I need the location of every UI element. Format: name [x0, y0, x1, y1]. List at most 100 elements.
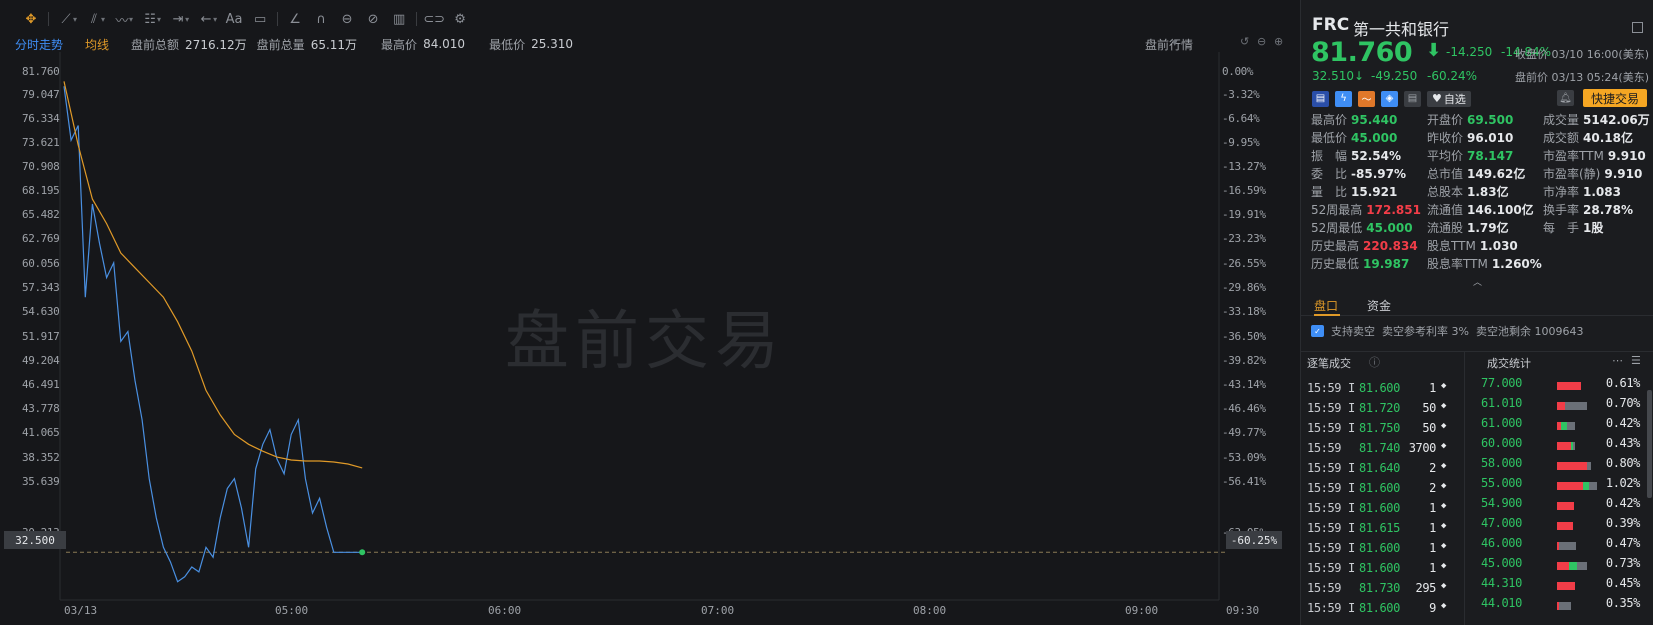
- trade-price: 81.640: [1359, 461, 1400, 475]
- list-icon[interactable]: ☰: [1631, 354, 1641, 367]
- short-pool: 卖空池剩余 1009643: [1475, 325, 1584, 338]
- average-series-line: [63, 81, 363, 469]
- price-axis-label: 68.195: [22, 184, 60, 197]
- trade-quantity: 50: [1422, 421, 1436, 435]
- trade-price: 81.600: [1359, 541, 1400, 555]
- percent-axis-label: -36.50%: [1222, 330, 1266, 343]
- stat-value: 1.260%: [1491, 257, 1542, 271]
- stat-item: 市盈率(静) 9.910: [1543, 165, 1642, 182]
- expand-icon[interactable]: [1632, 22, 1643, 33]
- trade-price: 81.600: [1359, 381, 1400, 395]
- tab-orderbook[interactable]: 盘口: [1314, 297, 1338, 314]
- trade-price: 81.720: [1359, 401, 1400, 415]
- time-axis-label: 09:00: [1125, 604, 1159, 617]
- percent-axis-label: -43.14%: [1222, 378, 1266, 391]
- stat-label: 历史最高: [1311, 239, 1360, 253]
- trade-time: 15:59 I: [1307, 521, 1355, 535]
- trade-time: 15:59 I: [1307, 401, 1355, 415]
- scrollbar[interactable]: [1647, 390, 1652, 498]
- us-flag-icon[interactable]: ▤: [1312, 90, 1329, 107]
- volume-stat-price: 46.000: [1481, 536, 1522, 550]
- volume-bar: [1557, 502, 1574, 510]
- percent-axis-label: -33.18%: [1222, 305, 1266, 318]
- volume-stat-row: 55.000 1.02%: [1465, 476, 1653, 496]
- bell-icon[interactable]: 🔔︎: [1557, 90, 1574, 106]
- stat-item: 股息率TTM 1.260%: [1427, 255, 1542, 272]
- lightning-icon[interactable]: ϟ: [1335, 90, 1352, 107]
- more-icon[interactable]: ⋯: [1612, 354, 1623, 367]
- volume-stat-row: 44.010 0.35%: [1465, 596, 1653, 616]
- intraday-chart[interactable]: [0, 0, 1300, 625]
- volume-stat-row: 44.310 0.45%: [1465, 576, 1653, 596]
- document-icon[interactable]: ▤: [1404, 90, 1421, 107]
- trade-time: 15:59 I: [1307, 381, 1355, 395]
- volume-bar-red: [1557, 402, 1565, 410]
- volume-bar-gray: [1567, 422, 1575, 430]
- price-axis-label: 54.630: [22, 305, 60, 318]
- volume-stat-row: 45.000 0.73%: [1465, 556, 1653, 576]
- stat-label: 52周最高: [1311, 203, 1363, 217]
- trade-price: 81.600: [1359, 481, 1400, 495]
- price-axis-label: 49.204: [22, 354, 60, 367]
- stat-label: 量 比: [1311, 185, 1348, 199]
- volume-stat-price: 61.000: [1481, 416, 1522, 430]
- stat-item: 总市值 149.62亿: [1427, 165, 1525, 182]
- volume-bar-red: [1557, 442, 1571, 450]
- chevron-up-icon[interactable]: ︿: [1473, 275, 1482, 288]
- volume-bar-red: [1557, 482, 1583, 490]
- trade-time: 15:59: [1307, 581, 1342, 595]
- percent-axis-label: -13.27%: [1222, 160, 1266, 173]
- stat-item: 流通股 1.79亿: [1427, 219, 1509, 236]
- stat-item: 每 手 1股: [1543, 219, 1603, 236]
- trend-icon[interactable]: 〜: [1358, 90, 1375, 107]
- stat-item: 量 比 15.921: [1311, 183, 1397, 200]
- price-axis-label: 79.047: [22, 88, 60, 101]
- stat-item: 历史最低 19.987: [1311, 255, 1409, 272]
- trade-row: 15:59 I 81.600 2 ◆: [1301, 481, 1464, 501]
- trade-price: 81.740: [1359, 441, 1400, 455]
- price-axis-label: 51.917: [22, 330, 60, 343]
- chart-area: ✥ ⟋ ▾ ⫽ ▾ 〰 ▾ ☷ ▾ ⇥ ▾ ← ▾ Aa ▭ ∠ ∩ ⊖ ⊘ ▥ ⊂⊃ ⚙ …: [0, 0, 1300, 625]
- trade-quantity: 1: [1429, 381, 1436, 395]
- trade-time: 15:59 I: [1307, 481, 1355, 495]
- help-icon[interactable]: ⓘ: [1369, 354, 1380, 370]
- stat-item: 市盈率TTM 9.910: [1543, 147, 1646, 164]
- volume-bar-red: [1557, 502, 1574, 510]
- volume-bar-gray: [1559, 542, 1576, 550]
- stat-item: 成交量 5142.06万: [1543, 111, 1650, 128]
- close-time-info: 收盘价 03/10 16:00(美东): [1515, 48, 1649, 61]
- volume-bar-gray: [1587, 462, 1591, 470]
- trade-row: 15:59 I 81.600 1 ◆: [1301, 501, 1464, 521]
- quick-trade-button[interactable]: 快捷交易: [1583, 89, 1647, 107]
- volume-bar-green: [1569, 562, 1577, 570]
- price-axis-label: 41.065: [22, 426, 60, 439]
- trade-quantity: 1: [1429, 521, 1436, 535]
- stat-value: 5142.06万: [1583, 113, 1650, 127]
- stat-label: 开盘价: [1427, 113, 1464, 127]
- stat-label: 流通值: [1427, 203, 1464, 217]
- watchlist-button[interactable]: ♥ 自选: [1427, 90, 1471, 107]
- trade-row: 15:59 I 81.600 1 ◆: [1301, 541, 1464, 561]
- stat-value: 96.010: [1467, 131, 1514, 145]
- tab-capital[interactable]: 资金: [1367, 297, 1391, 314]
- percent-axis-label: -3.32%: [1222, 88, 1260, 101]
- volume-bar: [1557, 542, 1576, 550]
- stat-value: 78.147: [1467, 149, 1514, 163]
- stat-label: 历史最低: [1311, 257, 1360, 271]
- volume-bar: [1557, 602, 1571, 610]
- trade-quantity: 2: [1429, 461, 1436, 475]
- ticker-symbol: FRC: [1312, 15, 1350, 35]
- stat-value: 95.440: [1351, 113, 1398, 127]
- price-axis-label: 62.769: [22, 232, 60, 245]
- trade-row: 15:59 81.740 3700 ◆: [1301, 441, 1464, 461]
- stat-label: 最低价: [1311, 131, 1348, 145]
- stat-label: 市净率: [1543, 185, 1580, 199]
- price-axis-label: 35.639: [22, 475, 60, 488]
- percent-axis-label: -16.59%: [1222, 184, 1266, 197]
- stat-label: 流通股: [1427, 221, 1464, 235]
- tag-icon[interactable]: ◈: [1381, 90, 1398, 107]
- volume-stat-percent: 0.42%: [1605, 496, 1641, 510]
- trade-price: 81.615: [1359, 521, 1400, 535]
- diamond-icon: ◆: [1440, 381, 1446, 391]
- diamond-icon: ◆: [1440, 481, 1446, 491]
